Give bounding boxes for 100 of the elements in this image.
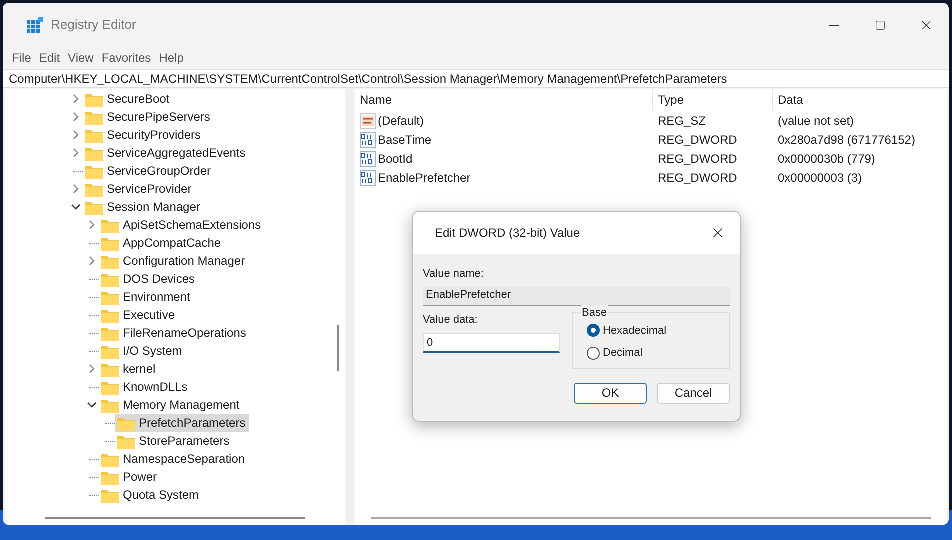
tree-item[interactable]: ServiceAggregatedEvents [83, 144, 249, 162]
value-name[interactable]: (Default) [378, 112, 424, 130]
value-type: REG_DWORD [657, 150, 738, 168]
folder-icon [85, 128, 103, 142]
binary-value-icon [360, 132, 376, 148]
tree-item[interactable]: Environment [99, 288, 194, 306]
tree-item[interactable]: PrefetchParameters [115, 414, 249, 432]
value-name[interactable]: BaseTime [378, 130, 432, 148]
folder-icon [85, 110, 103, 124]
string-value-icon [360, 112, 376, 128]
column-header[interactable]: Type [653, 89, 773, 111]
registry-app-icon [27, 17, 43, 33]
tree-item[interactable]: NamespaceSeparation [99, 450, 248, 468]
vertical-scrollbar-thumb[interactable] [337, 325, 339, 371]
menu-item[interactable]: View [65, 49, 97, 67]
folder-icon [117, 416, 135, 430]
value-data: 0x280a7d98 (671776152) [777, 132, 916, 148]
dialog-title: Edit DWORD (32-bit) Value [435, 225, 580, 242]
address-bar[interactable]: Computer\HKEY_LOCAL_MACHINE\SYSTEM\CurrentControlSet\Control\Session Manager\Memory Management\PrefetchParameters [3, 69, 949, 88]
tree-connector-line [89, 332, 99, 334]
tree-connector-line [89, 350, 99, 352]
folder-icon [101, 236, 119, 250]
tree-item[interactable]: kernel [99, 360, 159, 378]
folder-icon [101, 254, 119, 268]
tree-item[interactable]: ApiSetSchemaExtensions [99, 216, 264, 234]
menu-item[interactable]: File [9, 49, 34, 67]
value-name-field[interactable]: EnablePrefetcher [423, 286, 730, 306]
radio-label[interactable]: Hexadecimal [603, 322, 667, 339]
menu-item[interactable]: Help [156, 49, 187, 67]
tree-item[interactable]: FileRenameOperations [99, 324, 250, 342]
tree-connector-line [105, 440, 115, 442]
tree-connector-line [89, 278, 99, 280]
dialog-button[interactable]: OK [574, 382, 647, 404]
folder-icon [85, 182, 103, 196]
folder-icon [101, 308, 119, 322]
tree-connector-line [89, 242, 99, 244]
binary-value-icon [360, 150, 376, 166]
value-name-label: Value name: [423, 267, 485, 282]
tree-item[interactable]: Memory Management [99, 396, 243, 414]
tree-item[interactable]: ServiceGroupOrder [83, 162, 214, 180]
tree-connector-line [89, 494, 99, 496]
folder-icon [101, 344, 119, 358]
tree-item[interactable]: DOS Devices [99, 270, 198, 288]
maximize-icon [874, 20, 886, 30]
tree-connector-line [89, 458, 99, 460]
value-data: (value not set) [777, 112, 854, 130]
menu-item[interactable]: Favorites [98, 49, 154, 67]
tree-connector-line [89, 476, 99, 478]
tree-item[interactable]: Configuration Manager [99, 252, 248, 270]
folder-icon [101, 290, 119, 304]
folder-icon [101, 470, 119, 484]
tree-item[interactable]: Quota System [99, 486, 202, 504]
tree-item[interactable]: KnownDLLs [99, 378, 191, 396]
folder-icon [101, 326, 119, 340]
tree-item[interactable]: SecurePipeServers [83, 108, 214, 126]
value-name[interactable]: EnablePrefetcher [378, 168, 471, 186]
tree-connector-line [89, 314, 99, 316]
folder-icon [85, 200, 103, 214]
menu-item[interactable]: Edit [36, 49, 64, 67]
chevron-icon[interactable] [71, 202, 81, 212]
folder-icon [101, 380, 119, 394]
tree-item[interactable]: SecurityProviders [83, 126, 204, 144]
folder-icon [85, 164, 103, 178]
radio-button[interactable] [587, 346, 600, 360]
tree-item[interactable]: I/O System [99, 342, 186, 360]
folder-icon [85, 92, 103, 106]
minimize-icon [829, 24, 839, 26]
tree-item[interactable]: SecureBoot [83, 90, 173, 108]
tree-item[interactable]: StoreParameters [115, 432, 233, 450]
value-data: 0x0000030b (779) [777, 150, 876, 168]
column-header[interactable]: Data [773, 89, 947, 111]
radio-button[interactable] [587, 324, 600, 338]
value-data-field[interactable]: 0 [423, 333, 560, 353]
tree-connector-line [73, 170, 83, 172]
value-type: REG_DWORD [657, 132, 738, 148]
folder-icon [101, 398, 119, 412]
folder-icon [101, 272, 119, 286]
folder-icon [101, 362, 119, 376]
chevron-icon[interactable] [87, 400, 97, 410]
folder-icon [85, 146, 103, 160]
tree-connector-line [89, 386, 99, 388]
horizontal-scrollbar-thumb[interactable] [45, 517, 305, 519]
window-title: Registry Editor [51, 16, 136, 34]
value-name[interactable]: BootId [378, 150, 413, 168]
radio-label[interactable]: Decimal [603, 345, 643, 362]
value-data: 0x00000003 (3) [777, 170, 862, 186]
value-data-label: Value data: [423, 312, 479, 328]
tree-item[interactable]: Executive [99, 306, 178, 324]
tree-item[interactable]: ServiceProvider [83, 180, 195, 198]
column-header[interactable]: Name [355, 89, 653, 111]
tree-item[interactable]: Power [99, 468, 160, 486]
dialog-button[interactable]: Cancel [657, 382, 730, 404]
value-type: REG_SZ [657, 112, 708, 130]
horizontal-scrollbar-thumb[interactable] [371, 517, 931, 519]
folder-icon [101, 218, 119, 232]
tree-connector-line [89, 296, 99, 298]
binary-value-icon [360, 170, 376, 186]
folder-icon [101, 488, 119, 502]
tree-item[interactable]: Session Manager [83, 198, 204, 216]
tree-item[interactable]: AppCompatCache [99, 234, 224, 252]
